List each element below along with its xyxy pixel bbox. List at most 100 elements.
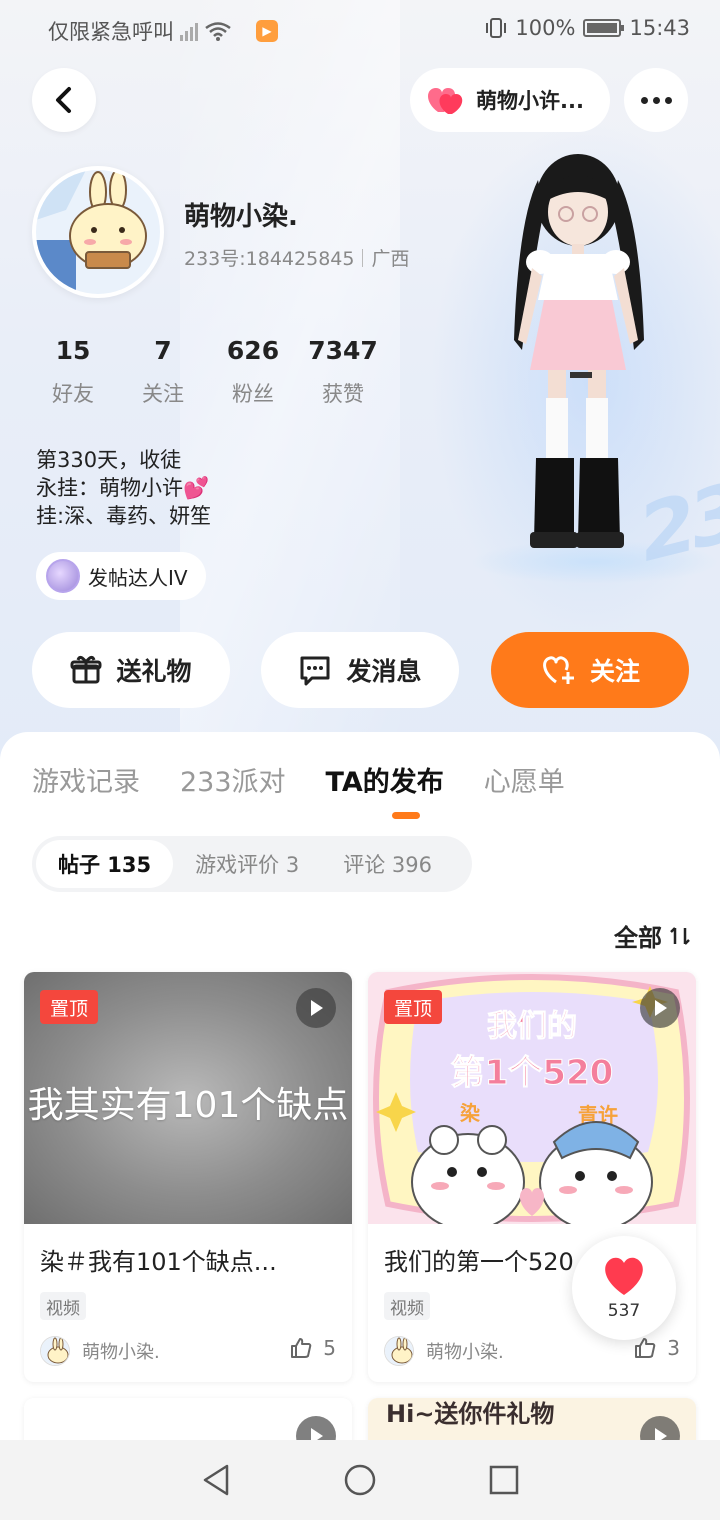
like-count: 5 (323, 1336, 336, 1360)
stat-label: 获赞 (322, 382, 364, 406)
medal-icon (46, 559, 80, 593)
stat-likes: 7347 获赞 (298, 336, 388, 408)
more-dot (652, 96, 660, 104)
tab-posts[interactable]: TA的发布 (326, 760, 444, 799)
main-tabs: 游戏记录 233派对 TA的发布 心愿单 (32, 760, 565, 799)
avatar-character-image[interactable] (478, 140, 678, 590)
back-triangle-icon[interactable] (199, 1463, 233, 1497)
carrier-text: 仅限紧急呼叫 (48, 20, 174, 44)
pinned-badge: 置顶 (384, 990, 443, 1024)
post-author[interactable]: 萌物小染. (40, 1336, 160, 1366)
sort-button[interactable]: 全部 (614, 918, 692, 953)
more-dot (664, 96, 672, 104)
post-filter-tabs: 帖子 135 游戏评价 3 评论 396 (32, 836, 472, 892)
like-button[interactable]: 5 (289, 1336, 336, 1360)
svg-text:我们的: 我们的 (487, 1009, 577, 1044)
thumbs-up-icon (291, 1338, 312, 1358)
thumbnail-overlay-text: Hi~送你件礼物 (386, 1400, 555, 1428)
back-button[interactable] (32, 68, 96, 132)
bio-line: 挂:深、毒药、妍笙 (36, 504, 212, 528)
post-tag: 视频 (384, 1292, 430, 1320)
profile-region: 广西 (371, 248, 410, 270)
profile-stats: 15 好友 7 关注 626 粉丝 7347 获赞 (28, 336, 388, 408)
app-notification-icon: ▶ (256, 20, 278, 42)
svg-text:染: 染 (460, 1101, 481, 1125)
play-icon (296, 988, 336, 1028)
profile-id-row: 233号:184425845 广西 (184, 244, 409, 271)
bio-line: 永挂：萌物小许💕 (36, 476, 210, 500)
post-card[interactable]: 我其实有101个缺点 置顶 染＃我有101个缺点... 视频 萌物小染. 5 (24, 972, 352, 1382)
battery-percent: 100% (515, 16, 576, 40)
floating-like-button[interactable]: 537 (572, 1236, 676, 1340)
stat-fans[interactable]: 626 粉丝 (208, 336, 298, 408)
more-options-button[interactable] (624, 68, 688, 132)
subtab-comments[interactable]: 评论 396 (321, 840, 454, 888)
status-bar: 仅限紧急呼叫 ▶ 100% 15:43 (0, 0, 720, 58)
friend-pill-label: 萌物小许... (476, 89, 584, 113)
double-heart-icon (428, 88, 463, 114)
content-panel: 游戏记录 233派对 TA的发布 心愿单 帖子 135 游戏评价 3 评论 39… (0, 732, 720, 1520)
stat-label: 好友 (52, 382, 94, 406)
rabbit-avatar-image (36, 170, 160, 294)
divider (362, 248, 364, 267)
vibrate-icon (486, 18, 507, 38)
thumbs-up-icon (635, 1338, 656, 1358)
heart-plus-icon (543, 656, 574, 684)
follow-button[interactable]: 关注 (491, 632, 689, 708)
author-avatar (40, 1336, 70, 1366)
gift-icon (70, 655, 102, 684)
profile-bio: 第330天，收徒 永挂：萌物小许💕 挂:深、毒药、妍笙 (36, 446, 211, 530)
post-author[interactable]: 萌物小染. (384, 1336, 504, 1366)
play-icon (640, 988, 680, 1028)
profile-id[interactable]: 233号:184425845 (184, 244, 354, 271)
chat-bubble-icon (300, 656, 330, 686)
home-circle-icon[interactable] (343, 1463, 377, 1497)
stat-value: 7347 (308, 336, 378, 365)
system-navigation-bar (0, 1440, 720, 1520)
post-title: 染＃我有101个缺点... (40, 1248, 277, 1276)
tab-wishlist[interactable]: 心愿单 (484, 760, 565, 799)
stat-following[interactable]: 7 关注 (118, 336, 208, 408)
more-dot (640, 96, 648, 104)
tab-233-party[interactable]: 233派对 (180, 760, 286, 799)
floating-like-count: 537 (607, 1301, 641, 1321)
stat-friends[interactable]: 15 好友 (28, 336, 118, 408)
thumbnail-overlay-text: 我其实有101个缺点 (27, 1085, 349, 1126)
pinned-badge: 置顶 (40, 990, 99, 1024)
sort-label: 全部 (614, 924, 662, 952)
stat-value: 15 (55, 336, 91, 365)
profile-username: 萌物小染. (184, 202, 298, 232)
follow-label: 关注 (589, 657, 640, 686)
sort-icon (670, 926, 690, 945)
signal-icon (180, 21, 198, 41)
bio-line: 第330天，收徒 (36, 448, 182, 472)
send-gift-label: 送礼物 (116, 657, 192, 686)
badge-label: 发帖达人IV (88, 565, 188, 590)
send-message-label: 发消息 (346, 657, 422, 686)
like-button[interactable]: 3 (633, 1336, 680, 1360)
avatar[interactable] (32, 166, 164, 298)
clock-time: 15:43 (629, 16, 690, 40)
subtab-posts[interactable]: 帖子 135 (36, 840, 174, 888)
subtab-game-reviews[interactable]: 游戏评价 3 (173, 840, 321, 888)
battery-icon (583, 19, 625, 37)
svg-text:第1个520: 第1个520 (451, 1053, 614, 1093)
send-gift-button[interactable]: 送礼物 (32, 632, 230, 708)
author-name: 萌物小染. (82, 1342, 160, 1363)
achievement-badge[interactable]: 发帖达人IV (36, 552, 206, 600)
recents-square-icon[interactable] (487, 1463, 521, 1497)
heart-icon (605, 1257, 643, 1295)
post-tag: 视频 (40, 1292, 86, 1320)
stat-value: 626 (226, 336, 280, 365)
wifi-icon (205, 22, 231, 41)
chevron-left-icon (56, 87, 71, 113)
author-name: 萌物小染. (426, 1342, 504, 1363)
author-avatar (384, 1336, 414, 1366)
stat-label: 关注 (142, 382, 184, 406)
active-tab-indicator (392, 812, 420, 819)
bound-friend-pill[interactable]: 萌物小许... (410, 68, 610, 132)
stat-value: 7 (154, 336, 172, 365)
tab-game-records[interactable]: 游戏记录 (32, 760, 140, 799)
like-count: 3 (667, 1336, 680, 1360)
send-message-button[interactable]: 发消息 (261, 632, 459, 708)
